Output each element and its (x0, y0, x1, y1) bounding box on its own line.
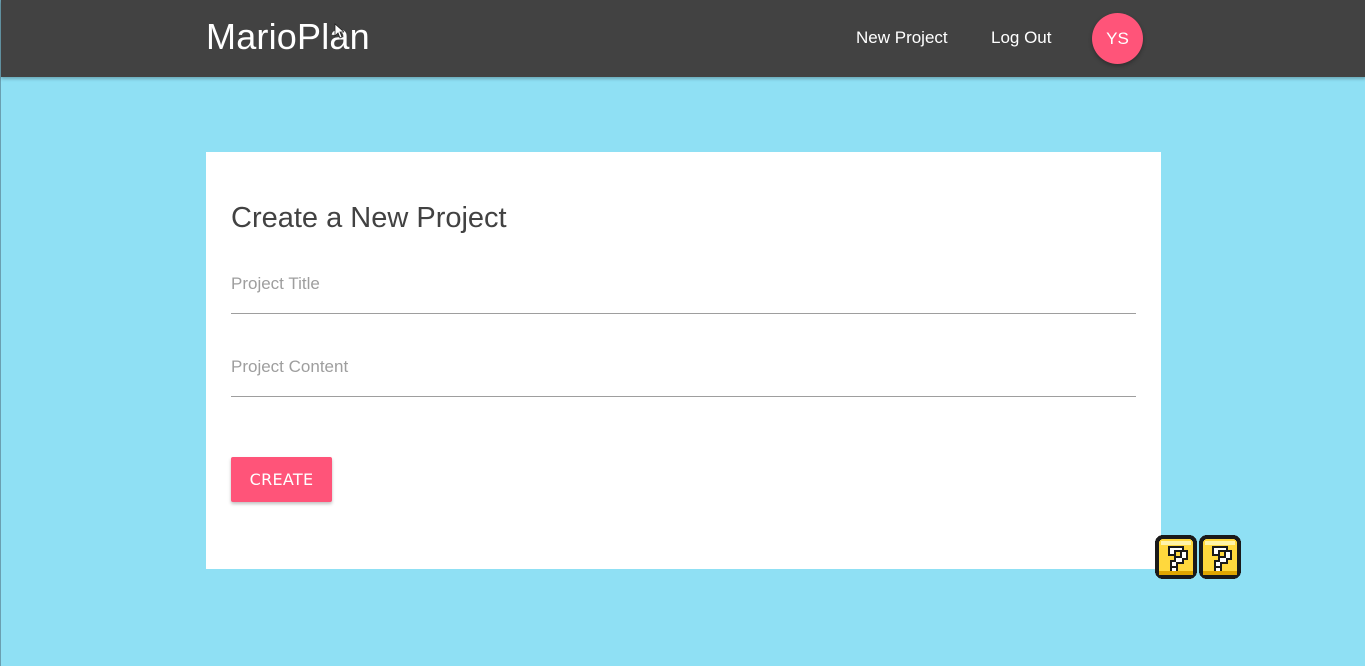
create-button[interactable]: CREATE (231, 457, 332, 502)
mouse-cursor-icon (334, 23, 344, 39)
navbar: MarioPlan New Project Log Out YS (1, 0, 1365, 77)
create-project-card: Create a New Project Project Title Proje… (206, 152, 1161, 569)
project-title-input[interactable] (231, 272, 1136, 314)
page-title: Create a New Project (231, 202, 507, 234)
nav-log-out-link[interactable]: Log Out (991, 27, 1052, 49)
question-block-icon (1199, 535, 1241, 579)
question-block-icon (1155, 535, 1197, 579)
project-content-field: Project Content (231, 355, 1136, 397)
nav-new-project-link[interactable]: New Project (856, 27, 948, 49)
brand-logo-link[interactable]: MarioPlan (206, 15, 370, 59)
avatar[interactable]: YS (1092, 13, 1143, 64)
project-title-field: Project Title (231, 272, 1136, 314)
project-content-input[interactable] (231, 355, 1136, 397)
